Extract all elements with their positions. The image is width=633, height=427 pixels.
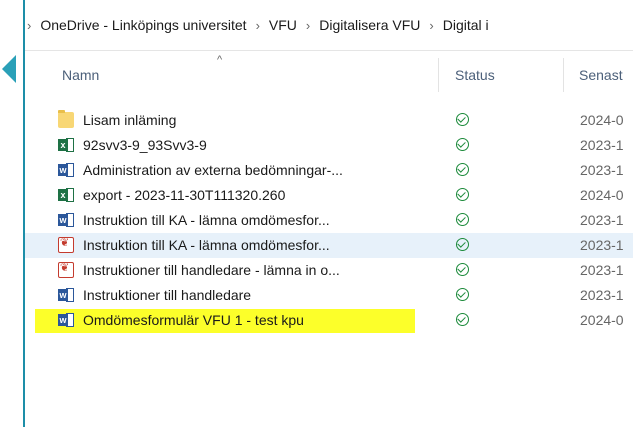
file-name: Administration av externa bedömningar-..… xyxy=(83,162,343,178)
file-name: Lisam inläming xyxy=(83,112,177,128)
sync-status-icon xyxy=(456,213,469,226)
file-row[interactable]: w Administration av externa bedömningar-… xyxy=(25,158,633,183)
file-date: 2023-1 xyxy=(580,287,624,303)
sync-status-icon xyxy=(456,313,469,326)
sync-status-icon xyxy=(456,238,469,251)
word-icon: w xyxy=(58,312,74,328)
column-header-row: ^ Namn Status Senast xyxy=(25,50,633,94)
file-date: 2023-1 xyxy=(580,262,624,278)
breadcrumb-separator-icon: › xyxy=(305,17,311,33)
pdf-icon xyxy=(58,236,74,253)
column-divider[interactable] xyxy=(438,58,439,92)
pdf-icon xyxy=(58,261,74,278)
navigation-pane-edge xyxy=(0,0,25,427)
word-icon: w xyxy=(58,212,74,228)
file-date: 2023-1 xyxy=(580,212,624,228)
file-name: export - 2023-11-30T111320.260 xyxy=(83,187,286,203)
breadcrumb-item-digital[interactable]: Digital i xyxy=(443,17,489,33)
breadcrumb[interactable]: › OneDrive - Linköpings universitet › VF… xyxy=(25,0,633,51)
sync-status-icon xyxy=(456,113,469,126)
file-list: Lisam inläming 2024-0 x 92svv3-9_93Svv3-… xyxy=(25,108,633,333)
file-name: Instruktioner till handledare xyxy=(83,287,252,303)
file-name: Instruktioner till handledare - lämna in… xyxy=(83,262,340,278)
file-row[interactable]: w Instruktioner till handledare 2023-1 xyxy=(25,283,633,308)
file-date: 2023-1 xyxy=(580,237,624,253)
word-icon: w xyxy=(58,162,74,178)
file-name: Instruktion till KA - lämna omdömesfor..… xyxy=(83,237,330,253)
word-icon: w xyxy=(58,287,74,303)
file-row[interactable]: w Instruktion till KA - lämna omdömesfor… xyxy=(25,208,633,233)
breadcrumb-item-vfu[interactable]: VFU xyxy=(269,17,297,33)
file-date: 2023-1 xyxy=(580,162,624,178)
file-name: Omdömesformulär VFU 1 - test kpu xyxy=(83,312,304,328)
breadcrumb-item-onedrive[interactable]: OneDrive - Linköpings universitet xyxy=(40,17,246,33)
breadcrumb-separator-icon: › xyxy=(27,17,32,33)
sync-status-icon xyxy=(456,163,469,176)
breadcrumb-separator-icon: › xyxy=(429,17,434,33)
folder-icon xyxy=(58,110,74,128)
breadcrumb-separator-icon: › xyxy=(255,17,260,33)
file-date: 2024-0 xyxy=(580,112,624,128)
file-row[interactable]: Lisam inläming 2024-0 xyxy=(25,108,633,133)
file-row-highlighted[interactable]: w Omdömesformulär VFU 1 - test kpu 2024-… xyxy=(25,308,633,333)
file-row[interactable]: x 92svv3-9_93Svv3-9 2023-1 xyxy=(25,133,633,158)
file-row[interactable]: x export - 2023-11-30T111320.260 2024-0 xyxy=(25,183,633,208)
excel-icon: x xyxy=(58,137,74,153)
column-header-date-modified[interactable]: Senast xyxy=(579,67,623,83)
sort-ascending-icon: ^ xyxy=(217,54,223,66)
file-name: Instruktion till KA - lämna omdömesfor..… xyxy=(83,212,330,228)
file-date: 2024-0 xyxy=(580,187,624,203)
file-date: 2024-0 xyxy=(580,312,624,328)
sync-status-icon xyxy=(456,188,469,201)
expand-arrow-icon[interactable] xyxy=(2,55,16,83)
column-header-status[interactable]: Status xyxy=(455,67,495,83)
file-row[interactable]: Instruktioner till handledare - lämna in… xyxy=(25,258,633,283)
sync-status-icon xyxy=(456,288,469,301)
column-divider[interactable] xyxy=(563,58,564,92)
column-header-name[interactable]: Namn xyxy=(62,67,99,83)
sync-status-icon xyxy=(456,138,469,151)
file-row-selected[interactable]: Instruktion till KA - lämna omdömesfor..… xyxy=(25,233,633,258)
excel-icon: x xyxy=(58,187,74,203)
file-name: 92svv3-9_93Svv3-9 xyxy=(83,137,207,153)
sync-status-icon xyxy=(456,263,469,276)
file-date: 2023-1 xyxy=(580,137,624,153)
breadcrumb-item-digitalisera-vfu[interactable]: Digitalisera VFU xyxy=(319,17,420,33)
